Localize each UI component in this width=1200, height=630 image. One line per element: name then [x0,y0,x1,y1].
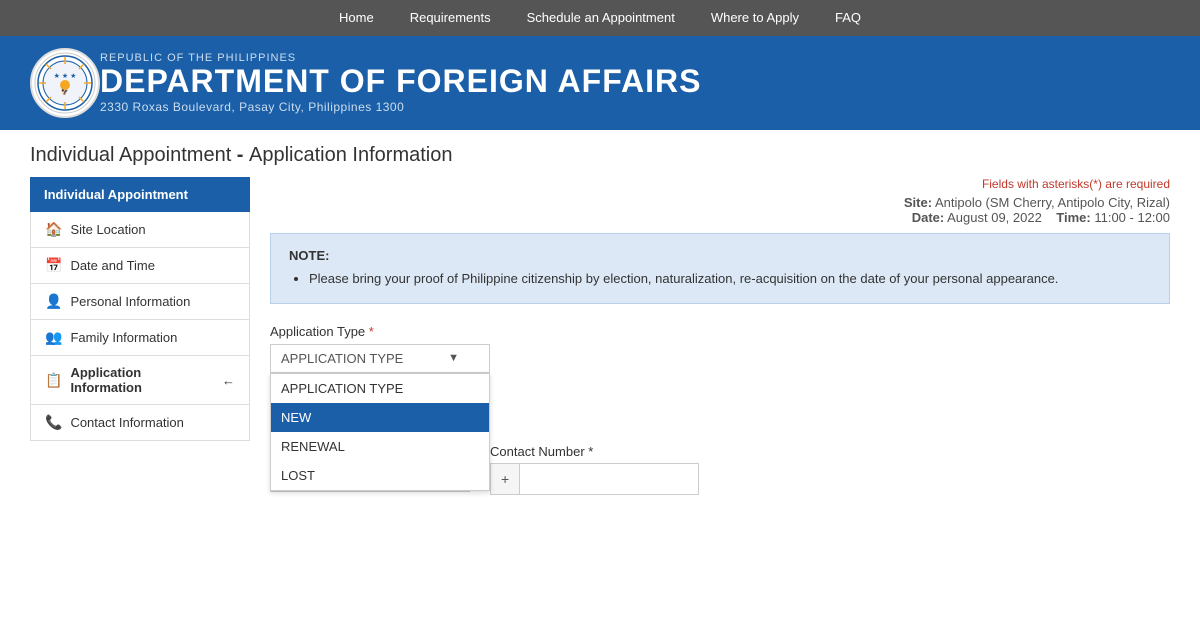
header-text: Republic of the Philippines Department o… [100,52,701,113]
dropdown-option-lost[interactable]: LOST [271,461,489,490]
sidebar-label-family-info: Family Information [70,330,177,345]
sidebar-item-date-time[interactable]: 📅 Date and Time [30,248,250,284]
sidebar-label-personal-info: Personal Information [70,294,190,309]
time-label: Time: [1056,210,1090,225]
header: ★ ★ ★ 🦅 Republic of the Philippines Depa… [0,36,1200,130]
contact-number-field: Contact Number * + [490,444,699,495]
note-title: NOTE: [289,248,1151,263]
note-box: NOTE: Please bring your proof of Philipp… [270,233,1170,304]
dropdown-option-renewal[interactable]: RENEWAL [271,432,489,461]
nav-schedule[interactable]: Schedule an Appointment [509,0,693,36]
phone-prefix-icon: + [490,463,519,495]
application-type-label: Application Type * [270,324,1170,339]
family-icon: 👥 [45,329,62,346]
application-type-dropdown: APPLICATION TYPE NEW RENEWAL LOST [270,373,490,491]
date-label: Date: [912,210,945,225]
nav-requirements[interactable]: Requirements [392,0,509,36]
calendar-icon: 📅 [45,257,62,274]
svg-text:🦅: 🦅 [61,88,68,96]
sidebar-item-site-location[interactable]: 🏠 Site Location [30,212,250,248]
phone-group: + [490,463,699,495]
time-value: 11:00 - 12:00 [1094,210,1170,225]
contact-number-input[interactable] [519,463,699,495]
application-type-select[interactable]: APPLICATION TYPE ▼ [270,344,490,373]
phone-icon: 📞 [45,414,62,431]
nav-where-to-apply[interactable]: Where to Apply [693,0,817,36]
sidebar-item-application-info[interactable]: 📋 Application Information ← [30,356,250,405]
dropdown-option-new[interactable]: NEW [271,403,489,432]
dfa-seal: ★ ★ ★ 🦅 [30,48,100,118]
date-value: August 09, 2022 [947,210,1042,225]
home-icon: 🏠 [45,221,62,238]
svg-text:★ ★ ★: ★ ★ ★ [54,72,77,80]
person-icon: 👤 [45,293,62,310]
sidebar-item-personal-info[interactable]: 👤 Personal Information [30,284,250,320]
header-address: 2330 Roxas Boulevard, Pasay City, Philip… [100,100,701,114]
note-text: Please bring your proof of Philippine ci… [309,269,1151,289]
application-type-select-wrapper[interactable]: APPLICATION TYPE ▼ APPLICATION TYPE NEW … [270,344,490,373]
dept-name: Department of Foreign Affairs [100,64,701,99]
sidebar-label-application-info: Application Information [70,365,214,395]
page-title-separator: - [231,144,249,166]
page-title-suffix: Application Information [249,144,452,166]
site-label: Site: [904,195,932,210]
arrow-icon: ← [222,373,235,388]
sidebar-header: Individual Appointment [30,177,250,212]
required-star: * [369,324,374,339]
select-current-value: APPLICATION TYPE [281,351,403,366]
main-content: Fields with asterisks(*) are required Si… [270,177,1170,495]
contact-number-label: Contact Number * [490,444,699,459]
app-info-icon: 📋 [45,372,62,389]
sidebar-label-contact-info: Contact Information [70,415,183,430]
top-nav: Home Requirements Schedule an Appointmen… [0,0,1200,36]
site-value: Antipolo (SM Cherry, Antipolo City, Riza… [935,195,1170,210]
page-title-prefix: Individual Appointment [30,144,231,166]
main-layout: Individual Appointment 🏠 Site Location 📅… [0,177,1200,525]
sidebar-label-date-time: Date and Time [70,258,155,273]
nav-faq[interactable]: FAQ [817,0,879,36]
required-note: Fields with asterisks(*) are required [270,177,1170,191]
sidebar-item-contact-info[interactable]: 📞 Contact Information [30,405,250,441]
sidebar-item-family-info[interactable]: 👥 Family Information [30,320,250,356]
application-type-section: Application Type * APPLICATION TYPE ▼ AP… [270,324,1170,373]
chevron-down-icon: ▼ [448,352,459,364]
site-line: Site: Antipolo (SM Cherry, Antipolo City… [270,195,1170,210]
sidebar-label-site-location: Site Location [70,222,145,237]
nav-home[interactable]: Home [321,0,392,36]
date-time-line: Date: August 09, 2022 Time: 11:00 - 12:0… [270,210,1170,225]
site-info: Fields with asterisks(*) are required Si… [270,177,1170,225]
dropdown-option-type[interactable]: APPLICATION TYPE [271,374,489,403]
sidebar: Individual Appointment 🏠 Site Location 📅… [30,177,250,495]
page-title: Individual Appointment - Application Inf… [0,130,1200,177]
